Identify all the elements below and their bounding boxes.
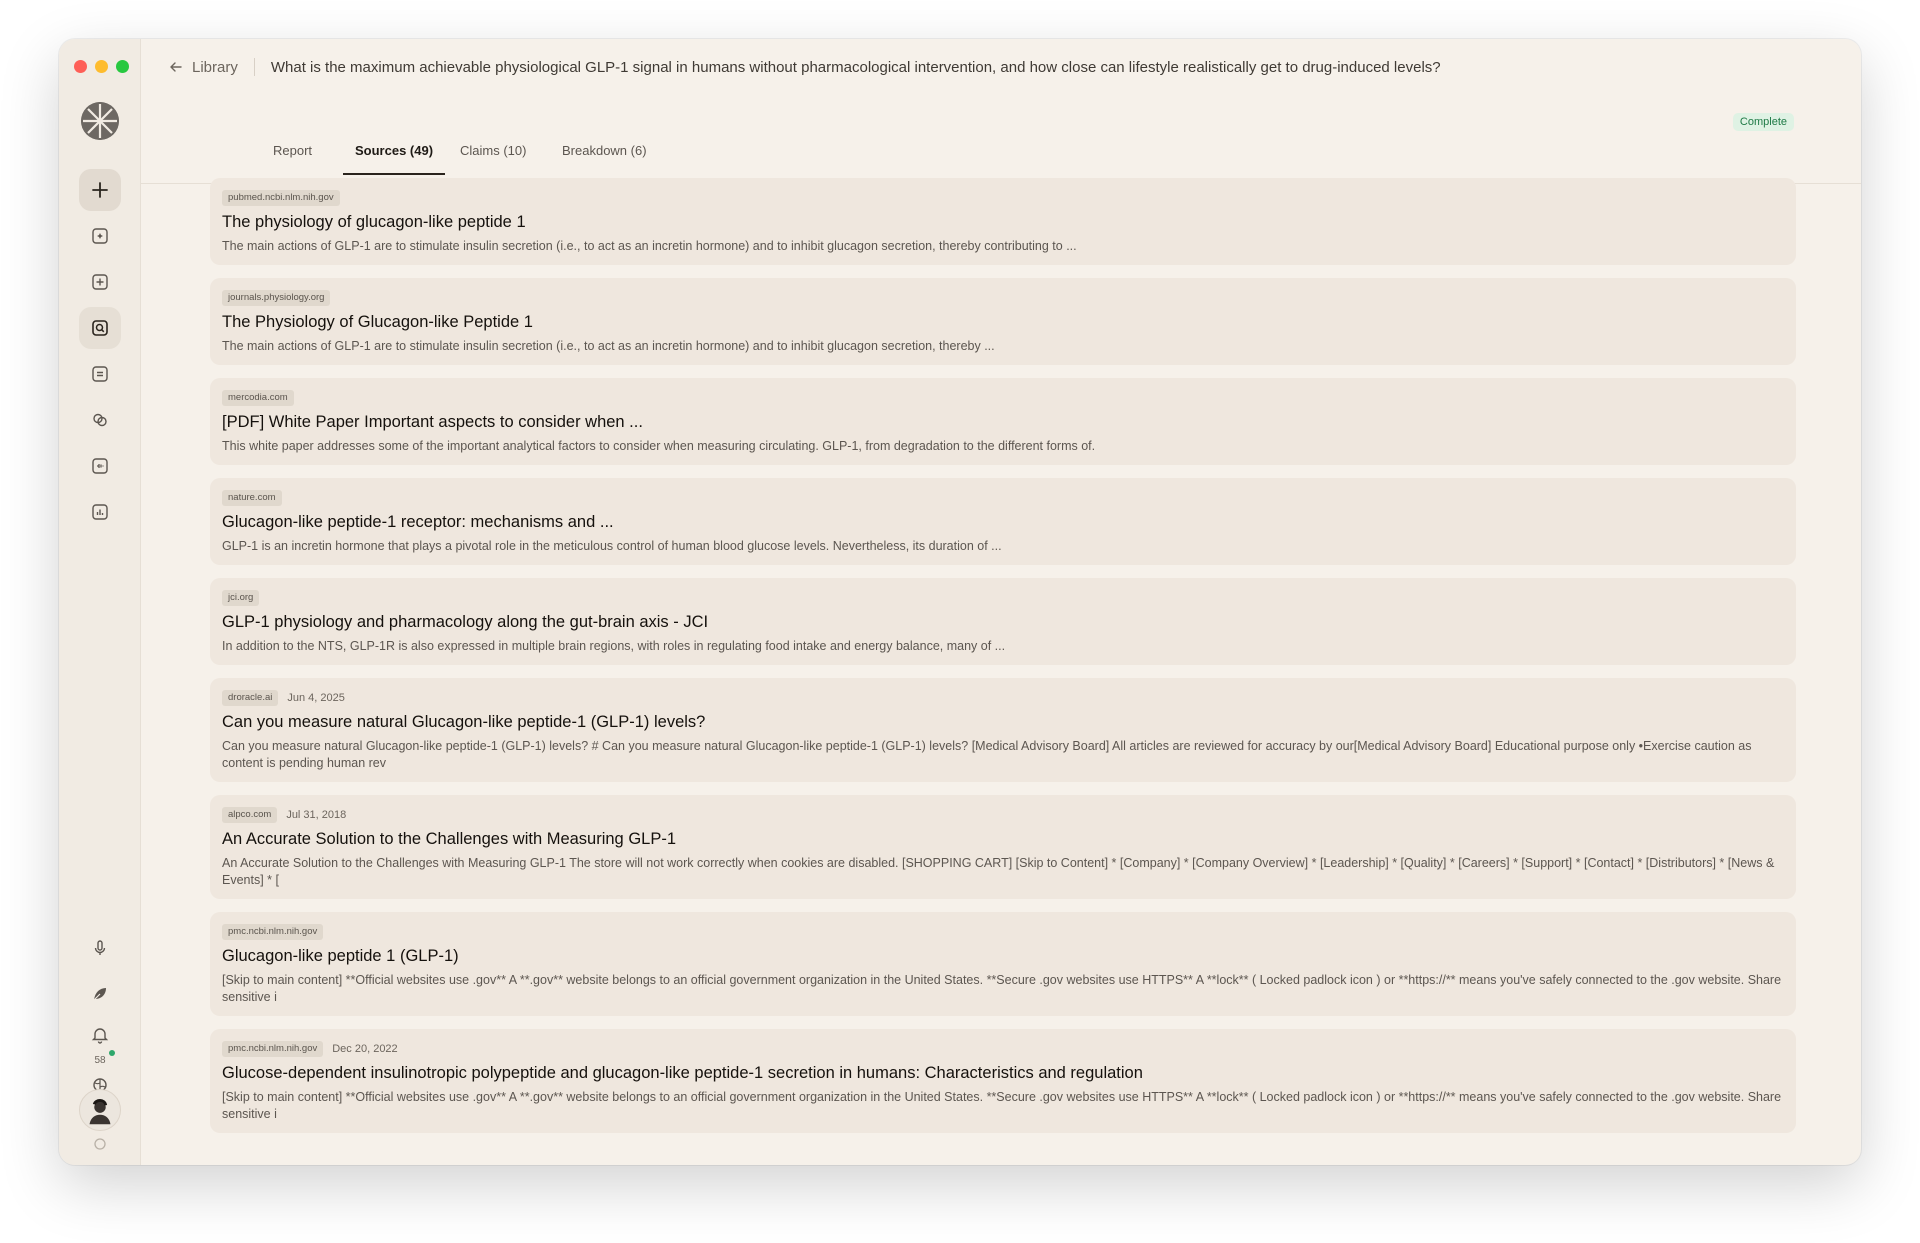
source-title-link[interactable]: Can you measure natural Glucagon-like pe… (222, 711, 1784, 733)
source-title-link[interactable]: Glucagon-like peptide-1 receptor: mechan… (222, 511, 1784, 533)
notifications-button[interactable] (79, 1014, 121, 1056)
source-card[interactable]: droracle.ai Jun 4, 2025 Can you measure na… (210, 678, 1796, 782)
arrow-left-icon (170, 62, 182, 72)
sidebar-item-documents[interactable] (79, 353, 121, 395)
tab-report[interactable]: Report (261, 127, 324, 175)
source-date: Dec 20, 2022 (332, 1043, 398, 1055)
chart-square-icon (92, 504, 108, 520)
source-snippet: The main actions of GLP-1 are to stimula… (222, 239, 1077, 253)
user-portrait-icon (89, 1099, 111, 1125)
source-date: Jul 31, 2018 (286, 809, 347, 821)
avatar[interactable] (79, 1089, 121, 1131)
source-meta: jci.org (222, 590, 1784, 606)
source-domain-badge: mercodia.com (222, 390, 294, 406)
source-meta: mercodia.com (222, 390, 1784, 406)
source-card[interactable]: nature.com Glucagon-like peptide-1 recept… (210, 478, 1796, 565)
source-snippet: In addition to the NTS, GLP-1R is also e… (222, 639, 1006, 653)
source-meta: alpco.com Jul 31, 2018 (222, 807, 1784, 823)
source-meta: pmc.ncbi.nlm.nih.gov Dec 20, 2022 (222, 1041, 1784, 1057)
sparkle-square-icon (92, 228, 108, 244)
source-card[interactable]: pmc.ncbi.nlm.nih.gov Dec 20, 2022 Glucose-… (210, 1029, 1796, 1133)
microphone-button[interactable] (79, 927, 121, 969)
source-domain-badge: pubmed.ncbi.nlm.nih.gov (222, 190, 340, 206)
sidebar-item-audio[interactable] (79, 445, 121, 487)
source-snippet: [Skip to main content] **Official websit… (222, 973, 1782, 1004)
source-meta: pubmed.ncbi.nlm.nih.gov (222, 190, 1784, 206)
source-snippet: Can you measure natural Glucagon-like pe… (222, 739, 1752, 770)
source-snippet: The main actions of GLP-1 are to stimula… (222, 339, 995, 353)
source-title-link[interactable]: The physiology of glucagon-like peptide … (222, 211, 1784, 233)
new-research-button[interactable] (79, 169, 121, 211)
leaf-icon (93, 988, 106, 1001)
source-domain-badge: nature.com (222, 490, 282, 506)
window-controls (74, 60, 129, 73)
source-title-link[interactable]: An Accurate Solution to the Challenges w… (222, 828, 1784, 850)
source-title-link[interactable]: GLP-1 physiology and pharmacology along … (222, 611, 1784, 633)
plus-icon (92, 182, 108, 198)
plus-square-icon (92, 274, 108, 290)
microphone-icon (94, 940, 106, 955)
tab-bar: Report Sources (49) Claims (10) Breakdow… (141, 95, 1861, 184)
list-square-icon (92, 366, 108, 382)
source-card[interactable]: alpco.com Jul 31, 2018 An Accurate Solutio… (210, 795, 1796, 899)
source-title-link[interactable]: [PDF] White Paper Important aspects to c… (222, 411, 1784, 433)
tab-claims[interactable]: Claims (10) (448, 127, 538, 175)
source-title-link[interactable]: The Physiology of Glucagon-like Peptide … (222, 311, 1784, 333)
app-window: 58 Library What is the maximum achievabl… (59, 39, 1861, 1165)
sources-list: pubmed.ncbi.nlm.nih.gov The physiology of… (210, 178, 1796, 1146)
zoom-window-button[interactable] (116, 60, 129, 73)
source-domain-badge: jci.org (222, 590, 260, 606)
close-window-button[interactable] (74, 60, 87, 73)
sidebar-item-add[interactable] (79, 261, 121, 303)
minimize-window-button[interactable] (95, 60, 108, 73)
sidebar-item-research[interactable] (79, 307, 121, 349)
tab-sources[interactable]: Sources (49) (343, 127, 446, 175)
sidebar-item-analytics[interactable] (79, 491, 121, 533)
back-label: Library (192, 58, 238, 76)
app-logo[interactable] (81, 102, 119, 140)
source-card[interactable]: jci.org GLP-1 physiology and pharmacology… (210, 578, 1796, 665)
source-snippet: [Skip to main content] **Official websit… (222, 1090, 1782, 1121)
online-indicator (109, 1050, 115, 1056)
header-divider (253, 58, 255, 76)
status-badge: Complete (1732, 113, 1794, 131)
source-snippet: An Accurate Solution to the Challenges w… (222, 856, 1775, 887)
source-date: Jun 4, 2025 (287, 692, 345, 704)
search-square-icon (92, 320, 108, 336)
source-title-link[interactable]: Glucagon-like peptide 1 (GLP-1) (222, 945, 1784, 967)
source-domain-badge: pmc.ncbi.nlm.nih.gov (222, 924, 324, 940)
settings-button[interactable] (79, 1132, 121, 1156)
source-domain-badge: journals.physiology.org (222, 290, 331, 306)
source-snippet: GLP-1 is an incretin hormone that plays … (222, 539, 1002, 553)
source-meta: journals.physiology.org (222, 290, 1784, 306)
header: Library What is the maximum achievable p… (141, 39, 1861, 95)
research-query: What is the maximum achievable physiolog… (270, 58, 1441, 76)
circle-icon (94, 1138, 106, 1150)
sidebar: 58 (59, 39, 141, 1165)
source-title-link[interactable]: Glucose-dependent insulinotropic polypep… (222, 1062, 1784, 1084)
tab-breakdown[interactable]: Breakdown (6) (550, 127, 659, 175)
source-meta: nature.com (222, 490, 1784, 506)
bell-icon (91, 1028, 109, 1044)
source-meta: pmc.ncbi.nlm.nih.gov (222, 924, 1784, 940)
source-domain-badge: alpco.com (222, 807, 278, 823)
source-card[interactable]: pubmed.ncbi.nlm.nih.gov The physiology of… (210, 178, 1796, 265)
leaf-button[interactable] (79, 973, 121, 1015)
source-card[interactable]: mercodia.com [PDF] White Paper Important … (210, 378, 1796, 465)
source-snippet: This white paper addresses some of the i… (222, 439, 1096, 453)
source-meta: droracle.ai Jun 4, 2025 (222, 690, 1784, 706)
source-domain-badge: pmc.ncbi.nlm.nih.gov (222, 1041, 324, 1057)
source-card[interactable]: journals.physiology.org The Physiology of… (210, 278, 1796, 365)
waveform-square-icon (92, 458, 108, 474)
link-circles-icon (93, 413, 107, 427)
sidebar-item-new-chat[interactable] (79, 215, 121, 257)
sidebar-item-links[interactable] (79, 399, 121, 441)
back-to-library-link[interactable]: Library (168, 59, 238, 76)
source-card[interactable]: pmc.ncbi.nlm.nih.gov Glucagon-like peptid… (210, 912, 1796, 1016)
source-domain-badge: droracle.ai (222, 690, 279, 706)
